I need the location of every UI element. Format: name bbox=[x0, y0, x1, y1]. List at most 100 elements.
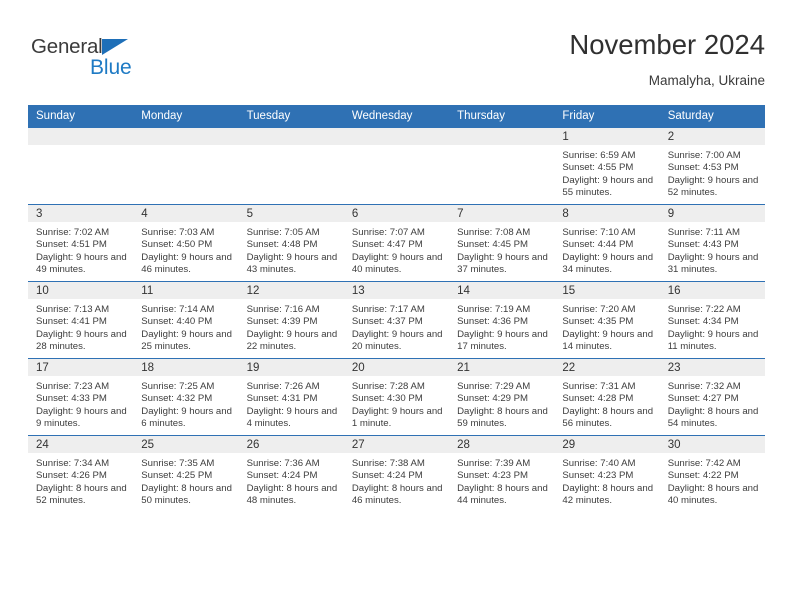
day-number: 9 bbox=[659, 205, 765, 222]
calendar-cell-day[interactable]: 20 Sunrise: 7:28 AM Sunset: 4:30 PM Dayl… bbox=[343, 358, 450, 436]
sunset-text: Sunset: 4:35 PM bbox=[562, 316, 634, 328]
logo-triangle-icon bbox=[102, 39, 128, 55]
calendar-cell-day[interactable]: 2 Sunrise: 7:00 AM Sunset: 4:53 PM Dayli… bbox=[659, 128, 765, 205]
calendar-header-row: Sunday Monday Tuesday Wednesday Thursday… bbox=[28, 105, 765, 128]
day-number: 13 bbox=[343, 282, 450, 299]
sunset-text: Sunset: 4:48 PM bbox=[246, 239, 318, 251]
daylight-text: Daylight: 9 hours and 9 minutes. bbox=[36, 405, 127, 429]
sunset-text: Sunset: 4:26 PM bbox=[36, 470, 107, 482]
day-number: 2 bbox=[659, 128, 765, 145]
daylight-text: Daylight: 8 hours and 59 minutes. bbox=[457, 405, 548, 429]
calendar-cell-day[interactable]: 19 Sunrise: 7:26 AM Sunset: 4:31 PM Dayl… bbox=[238, 358, 344, 436]
daylight-text: Daylight: 9 hours and 11 minutes. bbox=[667, 328, 759, 352]
calendar-table: Sunday Monday Tuesday Wednesday Thursday… bbox=[28, 105, 765, 512]
day-details: Sunrise: 7:25 AM Sunset: 4:32 PM Dayligh… bbox=[133, 376, 238, 430]
sunrise-text: Sunrise: 7:34 AM bbox=[36, 458, 110, 469]
sunrise-text: Sunrise: 7:10 AM bbox=[562, 227, 636, 238]
calendar-cell-day[interactable]: 15 Sunrise: 7:20 AM Sunset: 4:35 PM Dayl… bbox=[554, 281, 660, 359]
sunset-text: Sunset: 4:47 PM bbox=[351, 239, 423, 251]
calendar-cell-day[interactable]: 10 Sunrise: 7:13 AM Sunset: 4:41 PM Dayl… bbox=[28, 281, 134, 359]
calendar-cell-day[interactable]: 30 Sunrise: 7:42 AM Sunset: 4:22 PM Dayl… bbox=[659, 435, 765, 512]
sunset-text: Sunset: 4:40 PM bbox=[141, 316, 213, 328]
sunrise-text: Sunrise: 7:11 AM bbox=[667, 227, 741, 238]
sunset-text: Sunset: 4:43 PM bbox=[667, 239, 739, 251]
daylight-text: Daylight: 8 hours and 40 minutes. bbox=[667, 482, 759, 506]
daylight-text: Daylight: 8 hours and 42 minutes. bbox=[562, 482, 654, 506]
sunset-text: Sunset: 4:53 PM bbox=[667, 162, 739, 174]
sunrise-text: Sunrise: 7:19 AM bbox=[457, 304, 531, 315]
weekday-header-tuesday: Tuesday bbox=[238, 105, 344, 128]
calendar-cell-day[interactable]: 7 Sunrise: 7:08 AM Sunset: 4:45 PM Dayli… bbox=[449, 204, 555, 282]
daylight-text: Daylight: 9 hours and 25 minutes. bbox=[141, 328, 232, 352]
day-number: 10 bbox=[28, 282, 134, 299]
day-details: Sunrise: 7:32 AM Sunset: 4:27 PM Dayligh… bbox=[660, 376, 765, 430]
day-details: Sunrise: 7:11 AM Sunset: 4:43 PM Dayligh… bbox=[660, 222, 765, 276]
calendar-cell-day[interactable]: 12 Sunrise: 7:16 AM Sunset: 4:39 PM Dayl… bbox=[238, 281, 344, 359]
day-number bbox=[133, 128, 239, 145]
day-number: 3 bbox=[28, 205, 134, 222]
day-number: 18 bbox=[133, 359, 239, 376]
calendar-cell-day[interactable]: 21 Sunrise: 7:29 AM Sunset: 4:29 PM Dayl… bbox=[449, 358, 555, 436]
sunset-text: Sunset: 4:27 PM bbox=[667, 393, 739, 405]
sunset-text: Sunset: 4:37 PM bbox=[351, 316, 423, 328]
calendar-week-row: 3 Sunrise: 7:02 AM Sunset: 4:51 PM Dayli… bbox=[28, 204, 765, 282]
sunset-text: Sunset: 4:36 PM bbox=[457, 316, 529, 328]
daylight-text: Daylight: 8 hours and 54 minutes. bbox=[667, 405, 759, 429]
calendar-cell-day[interactable]: 29 Sunrise: 7:40 AM Sunset: 4:23 PM Dayl… bbox=[554, 435, 660, 512]
calendar-cell-day[interactable]: 8 Sunrise: 7:10 AM Sunset: 4:44 PM Dayli… bbox=[554, 204, 660, 282]
day-details: Sunrise: 7:00 AM Sunset: 4:53 PM Dayligh… bbox=[660, 145, 765, 199]
day-details: Sunrise: 7:13 AM Sunset: 4:41 PM Dayligh… bbox=[28, 299, 133, 353]
calendar-cell-day[interactable]: 3 Sunrise: 7:02 AM Sunset: 4:51 PM Dayli… bbox=[28, 204, 134, 282]
weekday-header-saturday: Saturday bbox=[659, 105, 765, 128]
calendar-cell-day[interactable]: 17 Sunrise: 7:23 AM Sunset: 4:33 PM Dayl… bbox=[28, 358, 134, 436]
calendar-cell-day[interactable]: 14 Sunrise: 7:19 AM Sunset: 4:36 PM Dayl… bbox=[449, 281, 555, 359]
sunrise-text: Sunrise: 7:20 AM bbox=[562, 304, 636, 315]
calendar-cell-day[interactable]: 5 Sunrise: 7:05 AM Sunset: 4:48 PM Dayli… bbox=[238, 204, 344, 282]
sunset-text: Sunset: 4:39 PM bbox=[246, 316, 318, 328]
day-details: Sunrise: 7:23 AM Sunset: 4:33 PM Dayligh… bbox=[28, 376, 133, 430]
day-number: 8 bbox=[554, 205, 660, 222]
day-details: Sunrise: 7:20 AM Sunset: 4:35 PM Dayligh… bbox=[554, 299, 659, 353]
calendar-cell-day[interactable]: 28 Sunrise: 7:39 AM Sunset: 4:23 PM Dayl… bbox=[449, 435, 555, 512]
daylight-text: Daylight: 9 hours and 34 minutes. bbox=[562, 251, 654, 275]
daylight-text: Daylight: 8 hours and 56 minutes. bbox=[562, 405, 654, 429]
sunrise-text: Sunrise: 7:17 AM bbox=[351, 304, 425, 315]
sunset-text: Sunset: 4:29 PM bbox=[457, 393, 529, 405]
calendar-cell-day[interactable]: 24 Sunrise: 7:34 AM Sunset: 4:26 PM Dayl… bbox=[28, 435, 134, 512]
sunset-text: Sunset: 4:44 PM bbox=[562, 239, 634, 251]
day-details: Sunrise: 7:39 AM Sunset: 4:23 PM Dayligh… bbox=[449, 453, 554, 507]
sunrise-text: Sunrise: 7:28 AM bbox=[351, 381, 425, 392]
daylight-text: Daylight: 8 hours and 52 minutes. bbox=[36, 482, 127, 506]
day-number: 28 bbox=[449, 436, 555, 453]
sunset-text: Sunset: 4:50 PM bbox=[141, 239, 213, 251]
sunrise-text: Sunrise: 7:08 AM bbox=[457, 227, 531, 238]
calendar-cell-day[interactable]: 6 Sunrise: 7:07 AM Sunset: 4:47 PM Dayli… bbox=[343, 204, 450, 282]
logo-text-blue: Blue bbox=[90, 56, 132, 79]
calendar-cell-day[interactable]: 26 Sunrise: 7:36 AM Sunset: 4:24 PM Dayl… bbox=[238, 435, 344, 512]
calendar-cell-day[interactable]: 1 Sunrise: 6:59 AM Sunset: 4:55 PM Dayli… bbox=[554, 128, 660, 205]
sunset-text: Sunset: 4:32 PM bbox=[141, 393, 213, 405]
calendar-cell-day[interactable]: 9 Sunrise: 7:11 AM Sunset: 4:43 PM Dayli… bbox=[659, 204, 765, 282]
page-header: General Blue November 2024 Mamalyha, Ukr… bbox=[28, 28, 765, 96]
day-details: Sunrise: 7:14 AM Sunset: 4:40 PM Dayligh… bbox=[133, 299, 238, 353]
sunrise-text: Sunrise: 7:36 AM bbox=[246, 458, 320, 469]
calendar-cell-day[interactable]: 22 Sunrise: 7:31 AM Sunset: 4:28 PM Dayl… bbox=[554, 358, 660, 436]
sunrise-text: Sunrise: 7:42 AM bbox=[667, 458, 741, 469]
sunset-text: Sunset: 4:24 PM bbox=[246, 470, 318, 482]
day-details: Sunrise: 7:19 AM Sunset: 4:36 PM Dayligh… bbox=[449, 299, 554, 353]
calendar-cell-day[interactable]: 18 Sunrise: 7:25 AM Sunset: 4:32 PM Dayl… bbox=[133, 358, 239, 436]
sunrise-text: Sunrise: 7:39 AM bbox=[457, 458, 531, 469]
calendar-cell-day[interactable]: 4 Sunrise: 7:03 AM Sunset: 4:50 PM Dayli… bbox=[133, 204, 239, 282]
calendar-cell-empty bbox=[28, 128, 134, 205]
calendar-cell-day[interactable]: 11 Sunrise: 7:14 AM Sunset: 4:40 PM Dayl… bbox=[133, 281, 239, 359]
sunset-text: Sunset: 4:23 PM bbox=[457, 470, 529, 482]
calendar-cell-day[interactable]: 23 Sunrise: 7:32 AM Sunset: 4:27 PM Dayl… bbox=[659, 358, 765, 436]
sunrise-text: Sunrise: 7:16 AM bbox=[246, 304, 320, 315]
day-details: Sunrise: 7:38 AM Sunset: 4:24 PM Dayligh… bbox=[344, 453, 449, 507]
calendar-cell-day[interactable]: 27 Sunrise: 7:38 AM Sunset: 4:24 PM Dayl… bbox=[343, 435, 450, 512]
sunset-text: Sunset: 4:41 PM bbox=[36, 316, 107, 328]
sunset-text: Sunset: 4:33 PM bbox=[36, 393, 107, 405]
calendar-cell-day[interactable]: 16 Sunrise: 7:22 AM Sunset: 4:34 PM Dayl… bbox=[659, 281, 765, 359]
calendar-cell-day[interactable]: 25 Sunrise: 7:35 AM Sunset: 4:25 PM Dayl… bbox=[133, 435, 239, 512]
calendar-cell-day[interactable]: 13 Sunrise: 7:17 AM Sunset: 4:37 PM Dayl… bbox=[343, 281, 450, 359]
